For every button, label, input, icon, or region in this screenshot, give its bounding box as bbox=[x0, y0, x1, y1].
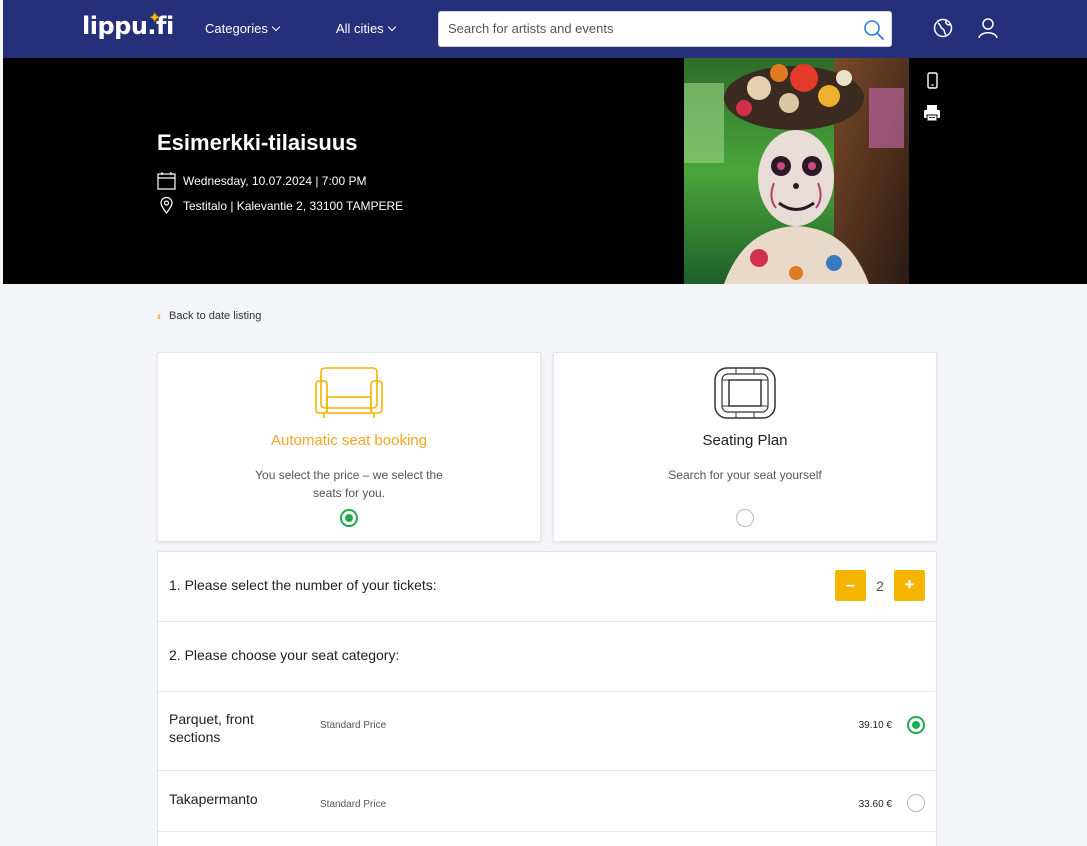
seat-category-radio[interactable] bbox=[907, 716, 925, 734]
seat-category-header-row: 2. Please choose your seat category: bbox=[158, 622, 936, 692]
ticket-quantity: 2 bbox=[876, 578, 884, 594]
calendar-icon bbox=[157, 172, 176, 190]
event-hero: Esimerkki-tilaisuus Wednesday, 10.07.202… bbox=[3, 58, 1087, 284]
ticket-selection-panel: 1. Please select the number of your tick… bbox=[157, 551, 937, 846]
back-link-label: Back to date listing bbox=[169, 310, 262, 322]
armchair-icon bbox=[315, 367, 383, 418]
seating-plan-radio[interactable] bbox=[736, 509, 754, 527]
chevron-down-icon bbox=[271, 22, 281, 32]
top-navbar: lippu.fi ✦ Categories All cities bbox=[3, 0, 1087, 58]
seat-category-radio[interactable] bbox=[907, 794, 925, 812]
nav-categories-dropdown[interactable]: Categories bbox=[205, 21, 281, 36]
seat-category-name: Parquet, front sections bbox=[169, 711, 254, 745]
globe-icon[interactable] bbox=[932, 17, 954, 39]
event-venue-line: Testitalo | Kalevantie 2, 33100 TAMPERE bbox=[157, 196, 403, 215]
seating-plan-icon bbox=[714, 367, 776, 419]
event-date: Wednesday, 10.07.2024 | 7:00 PM bbox=[183, 173, 367, 188]
mobile-ticket-icon[interactable] bbox=[921, 70, 943, 92]
ticket-count-heading: 1. Please select the number of your tick… bbox=[169, 577, 437, 593]
seat-category-heading: 2. Please choose your seat category: bbox=[169, 647, 400, 663]
seat-category-row[interactable]: Takapermanto Standard Price 33.60 € bbox=[158, 771, 936, 832]
seat-category-price-type: Standard Price bbox=[320, 720, 387, 731]
booking-mode-description: Search for your seat yourself bbox=[668, 468, 822, 482]
event-title: Esimerkki-tilaisuus bbox=[157, 130, 358, 155]
seat-category-price: 39.10 € bbox=[858, 720, 892, 731]
event-venue: Testitalo | Kalevantie 2, 33100 TAMPERE bbox=[183, 198, 404, 213]
event-image bbox=[684, 58, 909, 284]
nav-cities-dropdown[interactable]: All cities bbox=[336, 21, 396, 36]
ticket-count-row: 1. Please select the number of your tick… bbox=[158, 552, 936, 622]
user-account-icon[interactable] bbox=[977, 17, 999, 39]
search-box bbox=[438, 11, 892, 47]
nav-cities-label: All cities bbox=[336, 21, 384, 36]
chevron-left-icon: ‹ bbox=[157, 309, 161, 323]
booking-mode-automatic[interactable]: Automatic seat booking You select the pr… bbox=[157, 352, 541, 542]
print-icon[interactable] bbox=[921, 102, 943, 124]
back-to-date-listing-link[interactable]: ‹ Back to date listing bbox=[157, 309, 261, 323]
increase-quantity-button[interactable]: + bbox=[894, 570, 925, 601]
search-icon[interactable] bbox=[862, 18, 886, 42]
search-input[interactable] bbox=[448, 21, 848, 36]
seat-category-price-type: Standard Price bbox=[320, 799, 387, 810]
decrease-quantity-button[interactable]: – bbox=[835, 570, 866, 601]
automatic-booking-radio[interactable] bbox=[340, 509, 358, 527]
seat-category-price: 33.60 € bbox=[858, 799, 892, 810]
nav-categories-label: Categories bbox=[205, 21, 268, 36]
chevron-down-icon bbox=[387, 22, 396, 32]
seat-category-row[interactable]: Parquet, front sections Standard Price 3… bbox=[158, 692, 936, 771]
event-date-line: Wednesday, 10.07.2024 | 7:00 PM bbox=[157, 171, 366, 190]
logo-star-icon: ✦ bbox=[148, 10, 162, 27]
location-pin-icon bbox=[160, 196, 173, 215]
booking-mode-seating-plan[interactable]: Seating Plan Search for your seat yourse… bbox=[553, 352, 937, 542]
booking-mode-title: Automatic seat booking bbox=[271, 432, 427, 449]
booking-mode-title: Seating Plan bbox=[702, 432, 788, 449]
booking-mode-description: You select the price – we select the sea… bbox=[255, 468, 443, 500]
seat-category-name: Takapermanto bbox=[169, 791, 258, 807]
